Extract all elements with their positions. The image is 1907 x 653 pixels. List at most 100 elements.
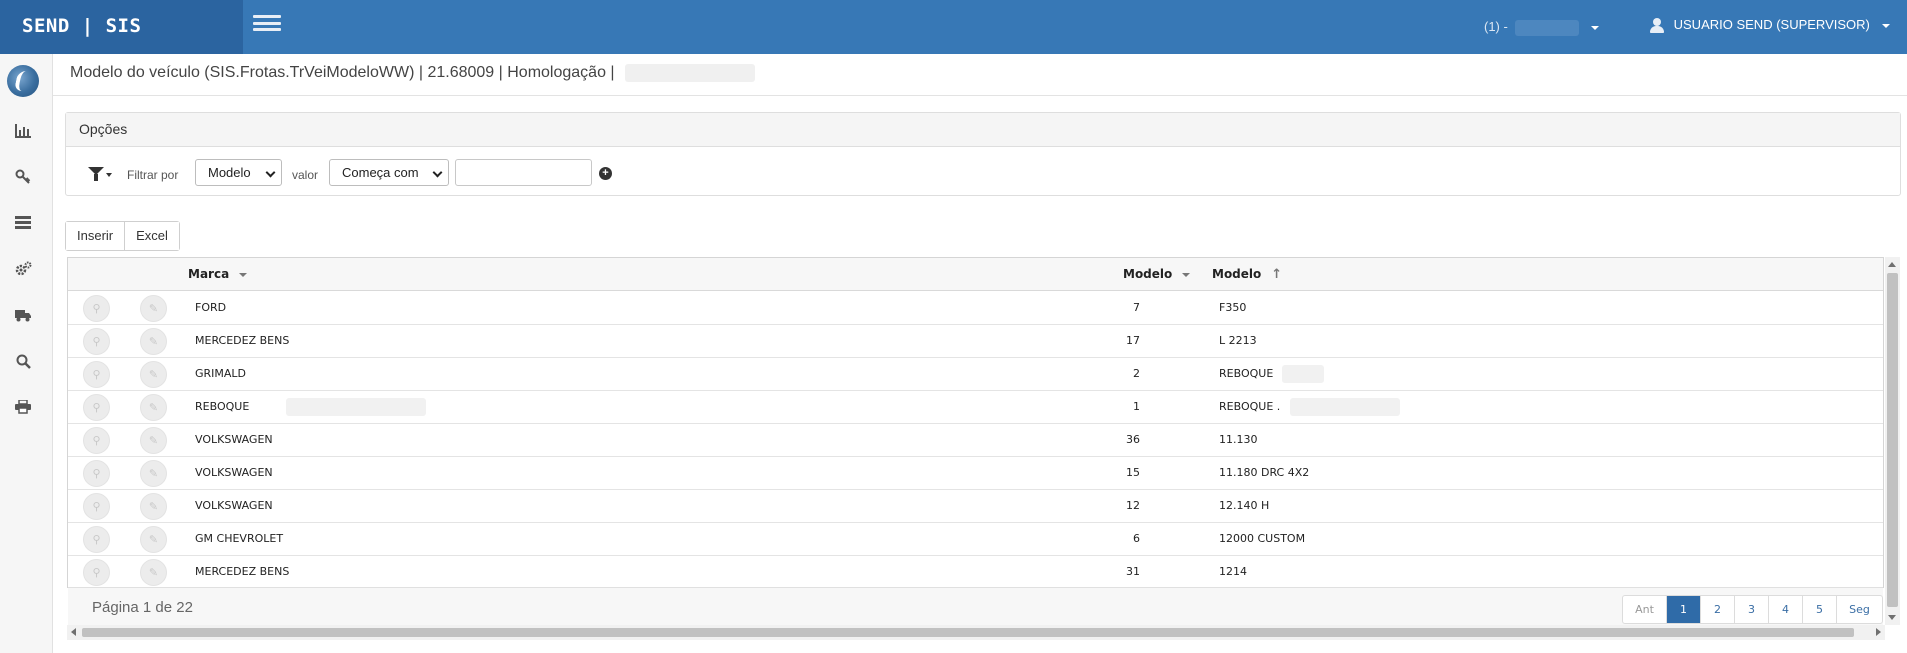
page-button[interactable]: 3 <box>1734 596 1768 623</box>
view-record-button[interactable]: ⚲ <box>83 295 110 322</box>
view-record-button[interactable]: ⚲ <box>83 427 110 454</box>
cell-marca: MERCEDEZ BENS <box>195 334 290 347</box>
view-record-button[interactable]: ⚲ <box>83 460 110 487</box>
filter-field-value: Modelo <box>208 165 251 180</box>
table-row[interactable]: ⚲ ✎ MERCEDEZ BENS 31 1214 <box>68 555 1883 589</box>
user-name: USUARIO SEND (SUPERVISOR) <box>1673 17 1870 32</box>
cell-marca: VOLKSWAGEN <box>195 466 273 479</box>
edit-record-button[interactable]: ✎ <box>140 526 167 553</box>
next-page-button[interactable]: Seg <box>1836 596 1882 623</box>
page-title-text: Modelo do veículo (SIS.Frotas.TrVeiModel… <box>70 64 615 82</box>
key-icon[interactable] <box>14 168 32 186</box>
redacted-text <box>1290 398 1400 416</box>
prev-page-button[interactable]: Ant <box>1623 596 1666 623</box>
edit-record-button[interactable]: ✎ <box>140 493 167 520</box>
column-header-modelo[interactable]: Modelo ↑ <box>1212 267 1282 282</box>
filter-operator-select[interactable]: Começa com <box>329 159 449 186</box>
table-row[interactable]: ⚲ ✎ VOLKSWAGEN 15 11.180 DRC 4X2 <box>68 456 1883 490</box>
environment-redacted <box>625 64 756 82</box>
view-record-button[interactable]: ⚲ <box>83 361 110 388</box>
page-button[interactable]: 5 <box>1802 596 1836 623</box>
chevron-down-icon <box>1591 25 1600 30</box>
edit-record-button[interactable]: ✎ <box>140 460 167 487</box>
table-row[interactable]: ⚲ ✎ REBOQUE 1 REBOQUE . <box>68 390 1883 424</box>
scrollbar-thumb[interactable] <box>82 628 1854 637</box>
cell-marca: FORD <box>195 301 227 314</box>
filter-field-select[interactable]: Modelo <box>195 159 282 186</box>
filter-operator-value: Começa com <box>342 165 419 180</box>
horizontal-scrollbar[interactable] <box>67 625 1885 640</box>
cell-modelo: REBOQUE . <box>1219 400 1281 413</box>
sort-caret-icon <box>239 272 248 277</box>
view-record-button[interactable]: ⚲ <box>83 559 110 586</box>
scroll-down-icon[interactable] <box>1888 615 1896 620</box>
table-row[interactable]: ⚲ ✎ VOLKSWAGEN 36 11.130 <box>68 423 1883 457</box>
hamburger-menu-icon[interactable] <box>253 15 281 35</box>
truck-icon[interactable] <box>14 306 32 324</box>
magnifier-icon: ⚲ <box>92 302 101 315</box>
edit-record-button[interactable]: ✎ <box>140 361 167 388</box>
table-row[interactable]: ⚲ ✎ FORD 7 F350 <box>68 291 1883 325</box>
chevron-down-icon[interactable] <box>106 173 112 177</box>
view-record-button[interactable]: ⚲ <box>83 526 110 553</box>
app-logo[interactable] <box>7 65 39 97</box>
view-record-button[interactable]: ⚲ <box>83 493 110 520</box>
edit-record-button[interactable]: ✎ <box>140 295 167 322</box>
scrollbar-thumb[interactable] <box>1887 273 1898 607</box>
chevron-down-icon <box>1881 23 1890 28</box>
options-panel: Opções Filtrar por Modelo valor Começa c… <box>65 112 1901 196</box>
scroll-up-icon[interactable] <box>1888 262 1896 267</box>
page-info: Página 1 de 22 <box>92 599 193 616</box>
cell-codigo: 17 <box>1126 334 1140 347</box>
user-menu[interactable]: USUARIO SEND (SUPERVISOR) <box>1650 17 1890 34</box>
page-button[interactable]: 4 <box>1768 596 1802 623</box>
cell-codigo: 2 <box>1133 367 1140 380</box>
settings-icon[interactable] <box>14 260 32 278</box>
action-buttons: Inserir Excel <box>65 221 180 251</box>
company-label: (1) - <box>1484 19 1508 34</box>
filter-value-input[interactable] <box>455 159 592 186</box>
list-icon[interactable] <box>14 214 32 232</box>
page-button[interactable]: 2 <box>1700 596 1734 623</box>
edit-record-button[interactable]: ✎ <box>140 559 167 586</box>
company-selector[interactable]: (1) - <box>1484 19 1600 36</box>
column-header-label: Marca <box>188 267 230 281</box>
column-header-modelo-code[interactable]: Modelo <box>1123 267 1191 281</box>
pencil-icon: ✎ <box>148 335 159 348</box>
edit-record-button[interactable]: ✎ <box>140 328 167 355</box>
chevron-down-icon <box>432 167 443 178</box>
filter-icon[interactable] <box>88 167 104 181</box>
pencil-icon: ✎ <box>148 533 159 546</box>
cell-codigo: 6 <box>1133 532 1140 545</box>
scroll-right-icon[interactable] <box>1876 628 1881 636</box>
pagination: Ant 1 2 3 4 5 Seg <box>1622 595 1883 624</box>
table-row[interactable]: ⚲ ✎ MERCEDEZ BENS 17 L 2213 <box>68 324 1883 358</box>
page-title: Modelo do veículo (SIS.Frotas.TrVeiModel… <box>70 64 756 82</box>
add-filter-icon[interactable]: + <box>599 167 612 180</box>
search-icon[interactable] <box>14 352 32 370</box>
vertical-scrollbar[interactable] <box>1885 257 1900 625</box>
column-header-marca[interactable]: Marca <box>188 267 248 281</box>
magnifier-icon: ⚲ <box>92 368 101 381</box>
page-button[interactable]: 1 <box>1666 596 1700 623</box>
edit-record-button[interactable]: ✎ <box>140 394 167 421</box>
scroll-left-icon[interactable] <box>71 628 76 636</box>
brand-logo[interactable]: SEND | SIS <box>0 0 243 54</box>
data-grid: Marca Modelo Modelo ↑ ⚲ ✎ FORD 7 F350 ⚲ ✎ MERCED… <box>67 257 1884 626</box>
view-record-button[interactable]: ⚲ <box>83 328 110 355</box>
view-record-button[interactable]: ⚲ <box>83 394 110 421</box>
table-row[interactable]: ⚲ ✎ GM CHEVROLET 6 12000 CUSTOM <box>68 522 1883 556</box>
table-row[interactable]: ⚲ ✎ GRIMALD 2 REBOQUE <box>68 357 1883 391</box>
magnifier-icon: ⚲ <box>92 434 101 447</box>
edit-record-button[interactable]: ✎ <box>140 427 167 454</box>
magnifier-icon: ⚲ <box>92 566 101 579</box>
insert-button[interactable]: Inserir <box>66 222 125 250</box>
table-row[interactable]: ⚲ ✎ VOLKSWAGEN 12 12.140 H <box>68 489 1883 523</box>
chart-icon[interactable] <box>14 122 32 140</box>
excel-button[interactable]: Excel <box>124 222 179 250</box>
user-icon <box>1650 18 1664 34</box>
magnifier-icon: ⚲ <box>92 533 101 546</box>
cell-modelo: REBOQUE <box>1219 367 1274 380</box>
magnifier-icon: ⚲ <box>92 335 101 348</box>
print-icon[interactable] <box>14 398 32 416</box>
